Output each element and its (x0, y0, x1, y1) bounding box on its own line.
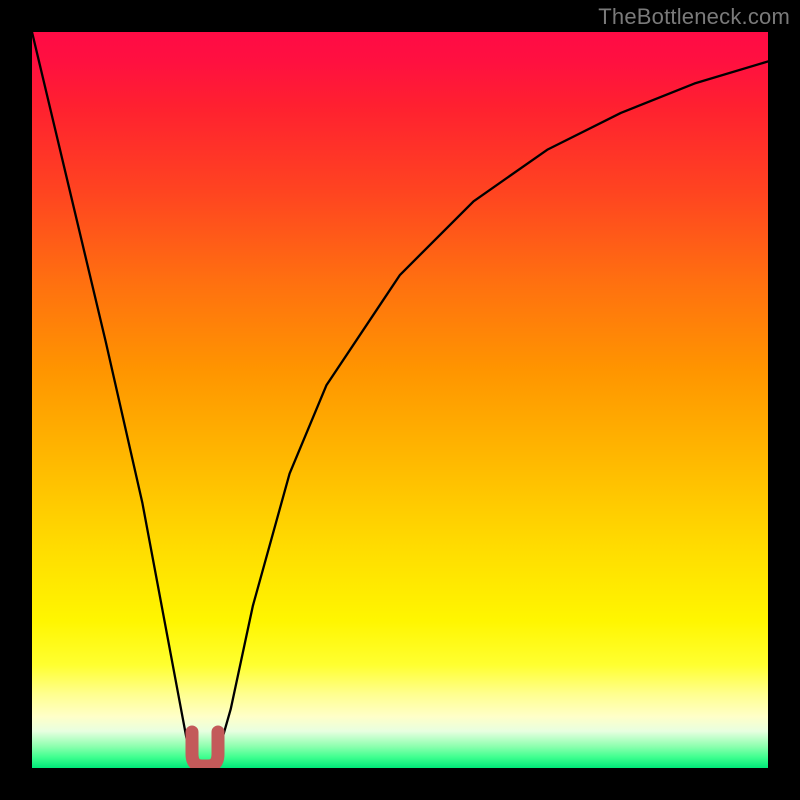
plot-area (32, 32, 768, 768)
chart-frame: TheBottleneck.com (0, 0, 800, 800)
minimum-marker-icon (192, 732, 218, 766)
bottleneck-curve (32, 32, 768, 768)
watermark-text: TheBottleneck.com (598, 4, 790, 30)
curve-path (32, 32, 768, 768)
